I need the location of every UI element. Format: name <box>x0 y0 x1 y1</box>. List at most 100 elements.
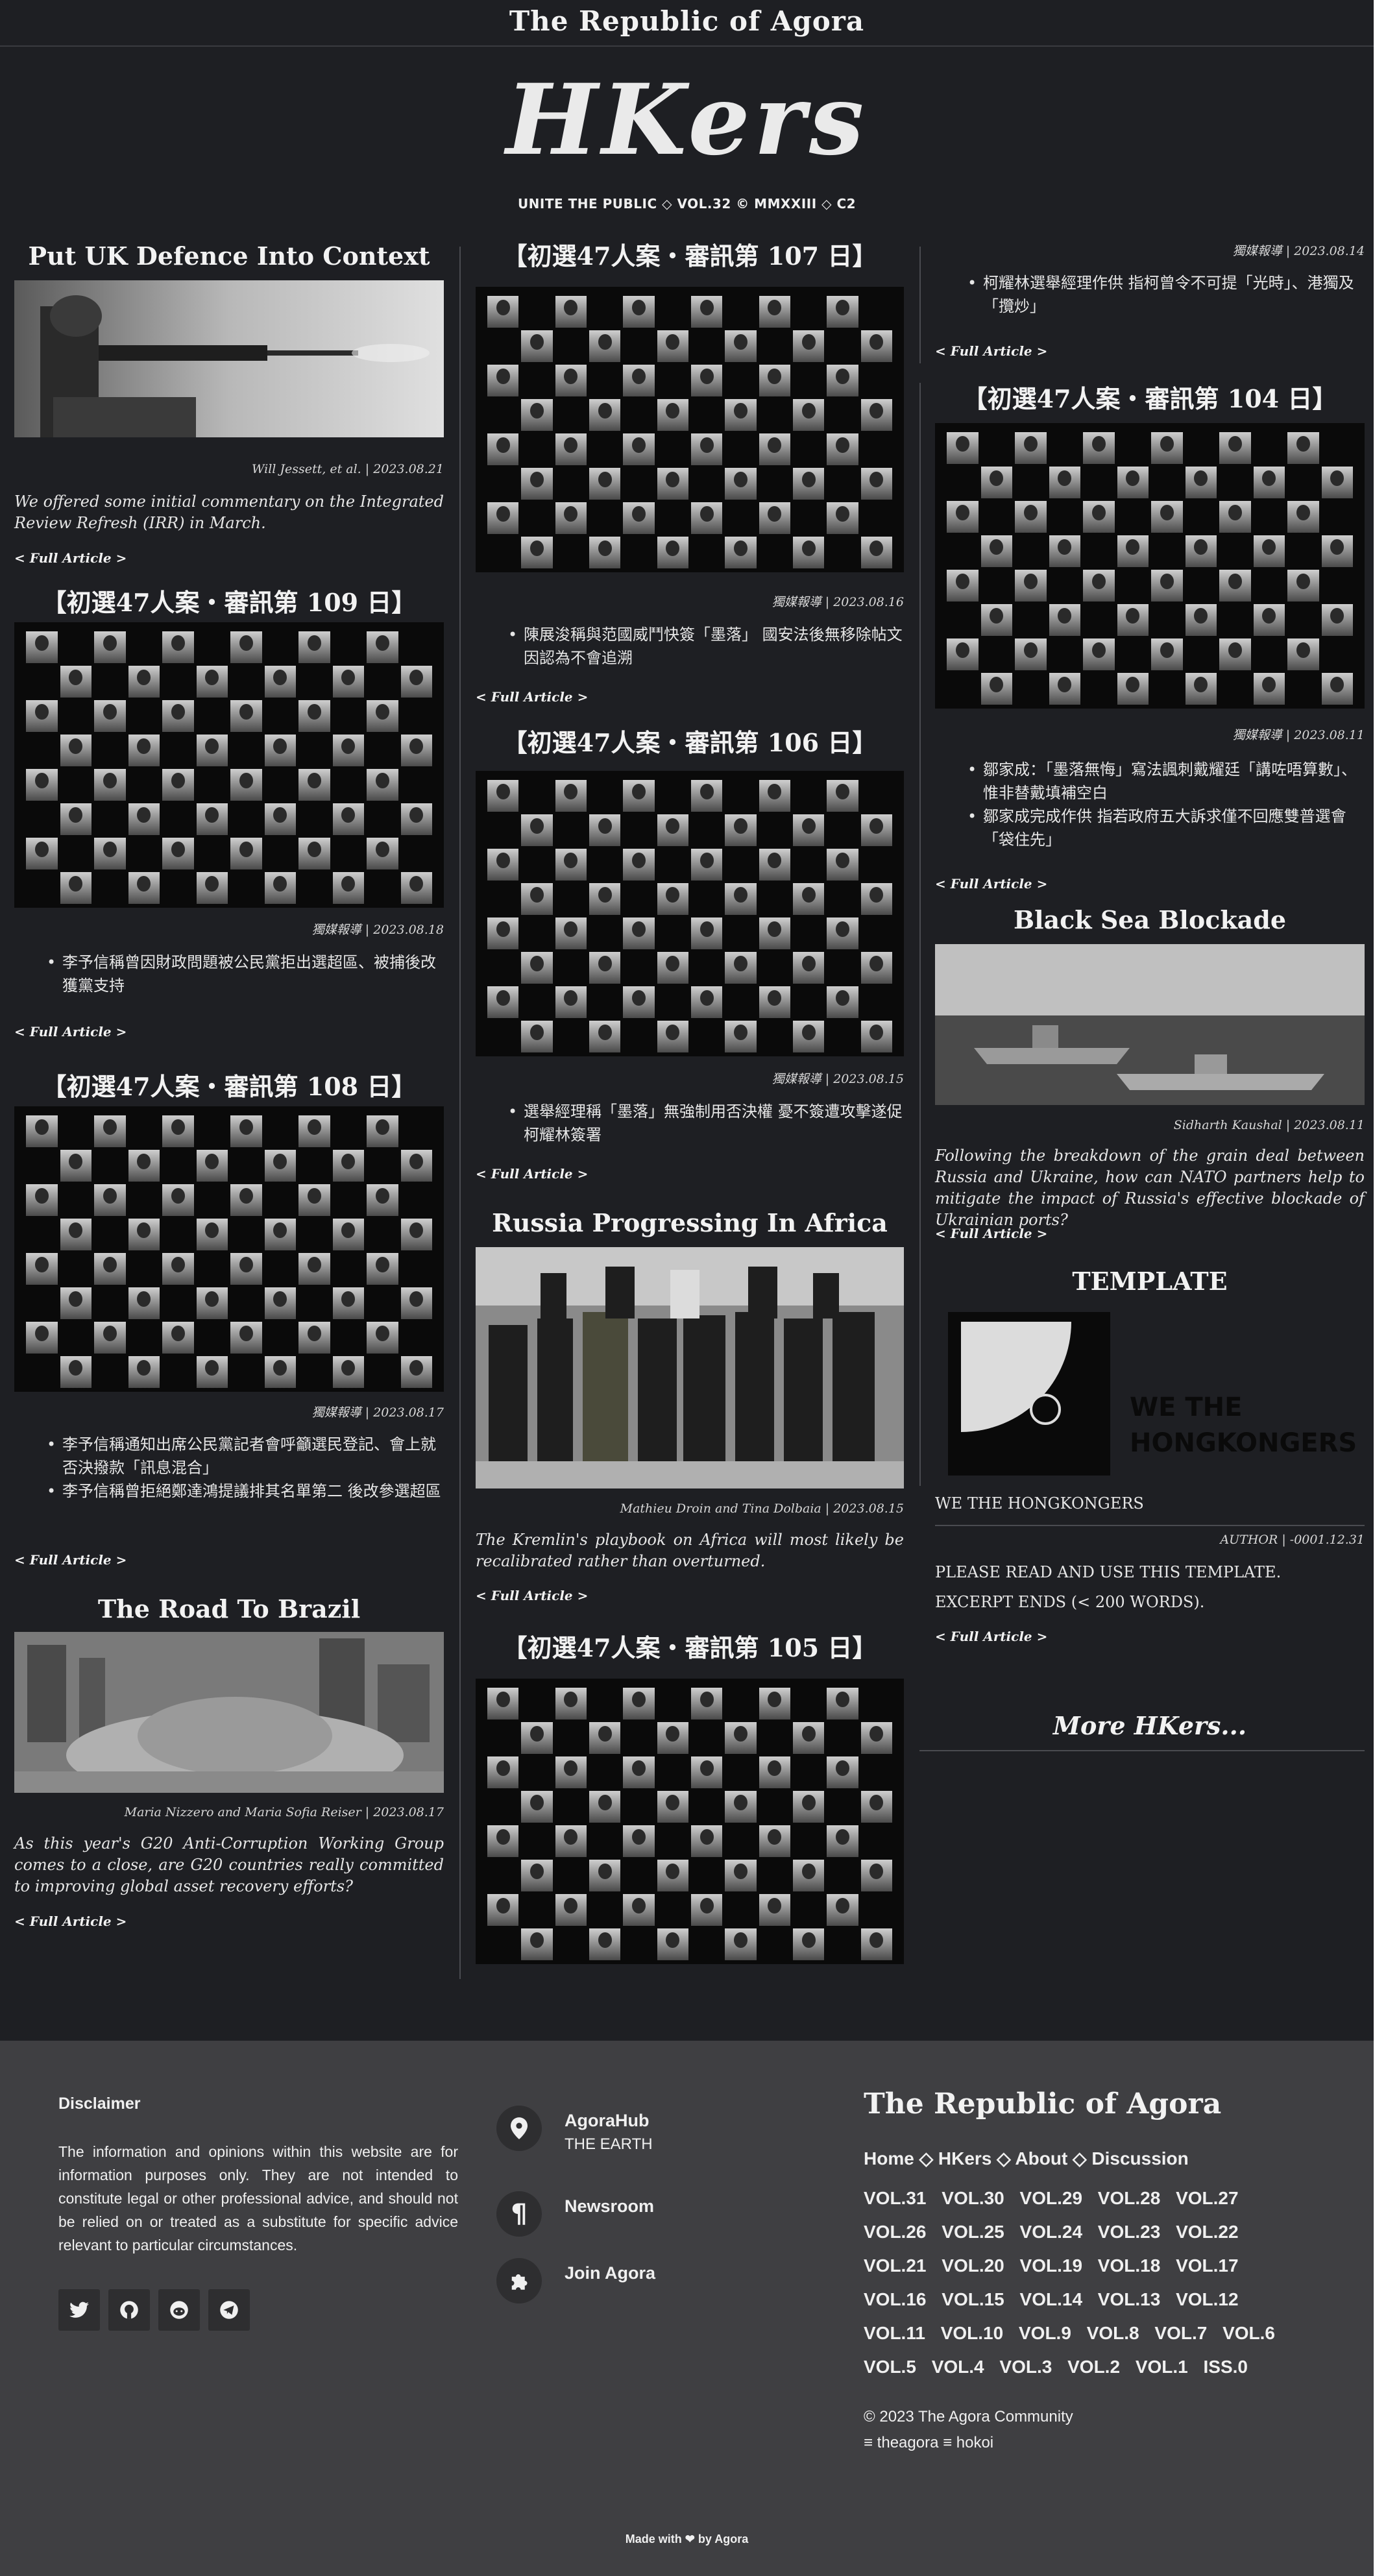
grid-gap <box>1287 604 1319 636</box>
full-article-link[interactable]: < Full Article > <box>14 1551 127 1569</box>
volume-link[interactable]: VOL.3 <box>999 2357 1052 2377</box>
volume-link[interactable]: VOL.6 <box>1222 2323 1275 2343</box>
github-icon[interactable] <box>108 2289 150 2331</box>
volume-link[interactable]: VOL.25 <box>942 2222 1004 2242</box>
full-article-link[interactable]: < Full Article > <box>935 1627 1047 1646</box>
article-title[interactable]: The Road To Brazil <box>14 1593 444 1625</box>
volume-link[interactable]: VOL.15 <box>942 2289 1004 2309</box>
volume-link[interactable]: VOL.10 <box>941 2323 1003 2343</box>
defendant-portrait <box>1083 501 1115 533</box>
defendant-portrait <box>947 501 979 533</box>
grid-gap <box>230 1287 262 1319</box>
volume-link[interactable]: VOL.1 <box>1136 2357 1188 2377</box>
twitter-icon[interactable] <box>58 2289 100 2331</box>
article-title[interactable]: 【初選47人案・審訊第 104 日】 <box>935 383 1365 415</box>
volume-link[interactable]: VOL.8 <box>1087 2323 1139 2343</box>
more-hkers-link[interactable]: More HKers... <box>935 1710 1365 1742</box>
volume-link[interactable]: VOL.22 <box>1176 2222 1238 2242</box>
volume-link[interactable]: VOL.28 <box>1098 2188 1160 2208</box>
telegram-icon[interactable] <box>208 2289 250 2331</box>
grid-gap <box>162 872 194 904</box>
volume-link[interactable]: VOL.13 <box>1098 2289 1160 2309</box>
volume-link[interactable]: VOL.16 <box>864 2289 926 2309</box>
grid-gap <box>623 883 654 915</box>
volume-link[interactable]: VOL.19 <box>1020 2255 1082 2276</box>
full-article-link[interactable]: < Full Article > <box>935 1224 1047 1243</box>
full-article-link[interactable]: < Full Article > <box>14 549 127 567</box>
defendant-portrait <box>1049 604 1080 636</box>
volume-link[interactable]: VOL.31 <box>864 2188 926 2208</box>
grid-gap <box>230 803 262 835</box>
full-article-link[interactable]: < Full Article > <box>476 688 588 706</box>
article-title[interactable]: Black Sea Blockade <box>935 904 1365 936</box>
volume-link[interactable]: VOL.20 <box>942 2255 1004 2276</box>
volume-link[interactable]: VOL.11 <box>864 2323 925 2343</box>
grid-gap <box>367 735 398 766</box>
defendant-portrait <box>128 803 160 835</box>
article-title[interactable]: 【初選47人案・審訊第 105 日】 <box>476 1632 904 1664</box>
reddit-icon[interactable] <box>158 2289 200 2331</box>
tagline: UNITE THE PUBLIC ◇ VOL.32 © MMXXIII ◇ C2 <box>517 196 857 212</box>
grid-gap <box>1117 501 1149 533</box>
defendant-portrait <box>521 330 553 362</box>
volume-link[interactable]: VOL.27 <box>1176 2188 1238 2208</box>
volume-link[interactable]: VOL.7 <box>1154 2323 1207 2343</box>
volume-link[interactable]: VOL.21 <box>864 2255 926 2276</box>
defendant-portrait <box>1117 673 1149 705</box>
defendant-portrait <box>264 666 296 698</box>
volume-link[interactable]: VOL.29 <box>1020 2188 1082 2208</box>
article-title[interactable]: TEMPLATE <box>935 1265 1365 1298</box>
grid-gap <box>1287 673 1319 705</box>
volume-link[interactable]: VOL.5 <box>864 2357 916 2377</box>
defendant-portrait <box>623 296 655 328</box>
volume-link[interactable]: VOL.18 <box>1098 2255 1160 2276</box>
volume-link[interactable]: VOL.9 <box>1019 2323 1071 2343</box>
full-article-link[interactable]: < Full Article > <box>476 1586 588 1605</box>
defendant-portrait <box>1015 638 1047 670</box>
grid-gap <box>589 1756 620 1788</box>
defendant-portrait <box>60 1150 91 1182</box>
footer-nav[interactable]: Home ◇ HKers ◇ About ◇ Discussion <box>864 2148 1189 2169</box>
volume-link[interactable]: ISS.0 <box>1204 2357 1248 2377</box>
site-title[interactable]: The Republic of Agora <box>0 0 1374 43</box>
full-article-link[interactable]: < Full Article > <box>935 875 1047 893</box>
grid-gap <box>793 296 824 328</box>
grid-gap <box>657 502 688 534</box>
article-title[interactable]: 【初選47人案・審訊第 107 日】 <box>476 240 904 273</box>
article-title[interactable]: Russia Progressing In Africa <box>476 1207 904 1239</box>
full-article-link[interactable]: < Full Article > <box>14 1912 127 1930</box>
defendant-portrait <box>94 1322 126 1354</box>
grid-gap <box>725 502 756 534</box>
volume-link[interactable]: VOL.2 <box>1067 2357 1120 2377</box>
volume-link[interactable]: VOL.17 <box>1176 2255 1238 2276</box>
defendant-portrait <box>827 1756 858 1788</box>
masthead-title[interactable]: HKers <box>0 62 1374 178</box>
volume-link[interactable]: VOL.12 <box>1176 2289 1238 2309</box>
full-article-link[interactable]: < Full Article > <box>935 342 1047 360</box>
full-article-link[interactable]: < Full Article > <box>476 1165 588 1183</box>
volume-link[interactable]: VOL.24 <box>1020 2222 1082 2242</box>
article-title[interactable]: 【初選47人案・審訊第 108 日】 <box>14 1071 444 1103</box>
volume-link[interactable]: VOL.23 <box>1098 2222 1160 2242</box>
defendant-portrait <box>792 537 825 568</box>
full-article-link[interactable]: < Full Article > <box>14 1023 127 1041</box>
volume-link[interactable]: VOL.4 <box>932 2357 984 2377</box>
defendant-portrait <box>690 849 723 881</box>
article-title[interactable]: 【初選47人案・審訊第 109 日】 <box>14 587 444 619</box>
grid-gap <box>861 365 892 396</box>
article-title[interactable]: Put UK Defence Into Context <box>14 240 444 273</box>
defendant-portrait <box>298 1253 330 1285</box>
volume-link[interactable]: VOL.30 <box>942 2188 1004 2208</box>
article-russia-africa: Russia Progressing In Africa Mathieu Dro… <box>476 1207 904 1603</box>
defendant-portrait <box>1287 432 1319 464</box>
defendant-portrait <box>792 952 825 984</box>
grid-gap <box>589 1894 620 1926</box>
grid-gap <box>1151 467 1183 498</box>
grid-gap <box>827 468 858 500</box>
footer-links[interactable]: ≡ theagora ≡ hokoi <box>864 2430 1073 2456</box>
volume-link[interactable]: VOL.26 <box>864 2222 926 2242</box>
volume-link[interactable]: VOL.14 <box>1020 2289 1082 2309</box>
article-title[interactable]: 【初選47人案・審訊第 106 日】 <box>476 727 904 759</box>
defendant-portrait <box>759 1688 790 1719</box>
grid-gap <box>793 1894 824 1926</box>
